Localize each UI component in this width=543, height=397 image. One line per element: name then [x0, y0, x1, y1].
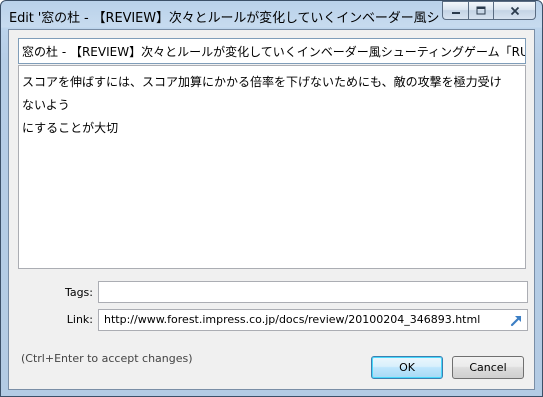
note-body-textarea[interactable]: スコアを伸ばすには、スコア加算にかかる倍率を下げないためにも、敵の攻撃を極力受け…: [18, 65, 526, 269]
accept-hint: (Ctrl+Enter to accept changes): [21, 352, 193, 365]
note-body-line: スコアを伸ばすには、スコア加算にかかる倍率を下げないためにも、敵の攻撃を極力受け…: [22, 75, 502, 112]
title-bar[interactable]: Edit '窓の杜 - 【REVIEW】次々とルールが変化していくインベーダー風…: [1, 1, 542, 29]
maximize-icon: [476, 6, 486, 14]
caption-buttons: [442, 1, 536, 20]
open-link-icon[interactable]: [510, 313, 524, 327]
tags-input[interactable]: [98, 281, 528, 303]
tags-label: Tags:: [64, 286, 93, 299]
minimize-button[interactable]: [442, 1, 468, 20]
close-button[interactable]: [493, 1, 536, 20]
note-body-line: にすることが大切: [22, 121, 119, 135]
ok-button[interactable]: OK: [371, 356, 443, 379]
link-value: http://www.forest.impress.co.jp/docs/rev…: [104, 313, 481, 326]
edit-note-window: Edit '窓の杜 - 【REVIEW】次々とルールが変化していくインベーダー風…: [0, 0, 543, 397]
maximize-button[interactable]: [468, 1, 493, 20]
note-title-input[interactable]: 窓の杜 - 【REVIEW】次々とルールが変化していくインベーダー風シューティン…: [18, 38, 526, 64]
cancel-button[interactable]: Cancel: [452, 356, 524, 379]
link-label: Link:: [66, 313, 93, 326]
window-title: Edit '窓の杜 - 【REVIEW】次々とルールが変化していくインベーダー風…: [9, 11, 439, 26]
dialog-client-area: 窓の杜 - 【REVIEW】次々とルールが変化していくインベーダー風シューティン…: [8, 29, 535, 390]
close-icon: [510, 6, 519, 15]
link-input[interactable]: http://www.forest.impress.co.jp/docs/rev…: [98, 309, 528, 331]
minimize-icon: [451, 11, 460, 14]
